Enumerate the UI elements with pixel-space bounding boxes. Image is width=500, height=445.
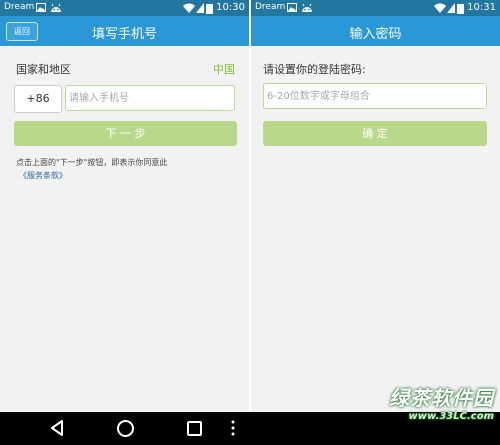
android-icon xyxy=(51,3,61,12)
phone-number-input[interactable] xyxy=(65,85,235,111)
battery-icon xyxy=(457,4,464,14)
signal-icon xyxy=(196,3,204,13)
terms-of-service-link[interactable]: 《服务条款》 xyxy=(19,170,67,181)
site-watermark: 绿茶软件园 www.33LC.com xyxy=(389,382,494,422)
title-bar: 输入密码 xyxy=(251,16,500,46)
page-title: 输入密码 xyxy=(349,27,402,42)
confirm-button[interactable]: 确 定 xyxy=(263,121,487,146)
agreement-notice: 点击上面的"下一步"按钮，即表示你同意此 xyxy=(16,158,168,167)
carrier-name: Dream xyxy=(255,2,286,12)
phone-registration-screen: Dream 10:30 返回 填写手机号 国家和地区 中国 +86 下 一 步 … xyxy=(0,0,249,412)
image-icon xyxy=(287,3,297,12)
status-bar: Dream 10:31 xyxy=(251,0,500,16)
page-title: 填写手机号 xyxy=(91,27,157,42)
nav-menu-icon[interactable] xyxy=(231,420,235,436)
image-icon xyxy=(36,3,46,12)
password-input[interactable] xyxy=(263,83,487,109)
region-label: 国家和地区 xyxy=(16,63,71,76)
clock: 10:30 xyxy=(216,2,245,13)
next-button[interactable]: 下 一 步 xyxy=(14,121,237,146)
nav-back-icon[interactable] xyxy=(50,420,64,436)
nav-home-icon[interactable] xyxy=(117,420,134,437)
password-prompt: 请设置你的登陆密码: xyxy=(263,63,366,76)
title-bar: 返回 填写手机号 xyxy=(0,16,249,46)
status-bar: Dream 10:30 xyxy=(0,0,249,16)
set-password-screen: Dream 10:31 输入密码 请设置你的登陆密码: 确 定 xyxy=(251,0,500,412)
android-icon xyxy=(302,3,312,12)
nav-recent-icon[interactable] xyxy=(187,421,202,436)
carrier-name: Dream xyxy=(4,2,35,12)
region-selector[interactable]: 中国 xyxy=(213,61,235,77)
battery-icon xyxy=(206,4,213,14)
watermark-url: www.33LC.com xyxy=(408,411,494,422)
watermark-text: 绿茶软件园 xyxy=(389,386,494,410)
wifi-icon xyxy=(183,3,195,13)
signal-icon xyxy=(447,3,455,13)
country-code[interactable]: +86 xyxy=(14,85,62,113)
wifi-icon xyxy=(434,3,446,13)
clock: 10:31 xyxy=(467,2,496,13)
